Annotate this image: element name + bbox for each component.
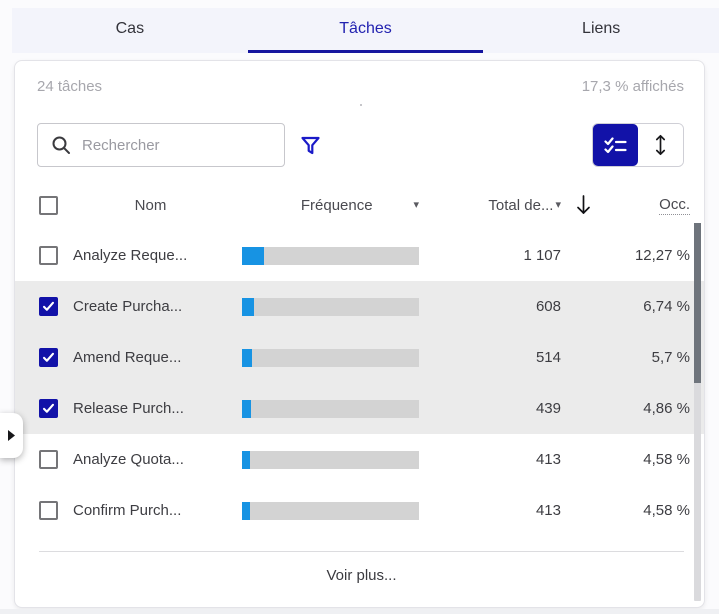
bottom-strip [0, 609, 719, 614]
view-toggle-group [592, 123, 684, 167]
search-input[interactable] [82, 137, 271, 154]
column-header-total[interactable]: Total de... ▾ [433, 197, 561, 214]
table-row[interactable]: Confirm Purch... 413 4,58 % [15, 485, 704, 536]
table-header: Nom Fréquence ▾ Total de... ▾ Occ. [15, 189, 704, 221]
row-checkbox[interactable] [39, 399, 58, 418]
tab-liens-label: Liens [582, 20, 620, 38]
frequency-bar [242, 400, 419, 418]
tab-cas[interactable]: Cas [12, 8, 248, 53]
frequency-bar-track [242, 400, 419, 418]
row-checkbox[interactable] [39, 246, 58, 265]
search-box[interactable] [37, 123, 285, 167]
total-value: 608 [433, 298, 561, 315]
table-row[interactable]: Release Purch... 439 4,86 % [15, 383, 704, 434]
row-checkbox[interactable] [39, 501, 58, 520]
frequency-bar [242, 247, 419, 265]
frequency-bar-track [242, 349, 419, 367]
frequency-bar-track [242, 298, 419, 316]
task-name: Amend Reque... [73, 349, 228, 366]
right-triangle-icon [7, 429, 16, 442]
frequency-bar [242, 502, 419, 520]
tasks-panel: 24 tâches 17,3 % affichés [14, 60, 705, 608]
task-name: Create Purcha... [73, 298, 228, 315]
occurrence-value: 5,7 % [575, 349, 690, 366]
occurrence-value: 4,86 % [575, 400, 690, 417]
total-dropdown-caret-icon[interactable]: ▾ [555, 200, 561, 211]
occurrence-value: 12,27 % [575, 247, 690, 264]
drawer-expand-handle[interactable] [0, 413, 23, 458]
frequency-bar [242, 349, 419, 367]
tab-bar: Cas Tâches Liens [12, 8, 719, 53]
frequency-bar-fill [242, 502, 250, 520]
tab-cas-label: Cas [116, 20, 144, 38]
frequency-bar-track [242, 451, 419, 469]
table-body: Analyze Reque... 1 107 12,27 % Create Pu… [15, 230, 704, 536]
frequency-bar-fill [242, 349, 252, 367]
occurrence-value: 4,58 % [575, 502, 690, 519]
summary-row: 24 tâches 17,3 % affichés [15, 61, 704, 95]
tab-taches[interactable]: Tâches [248, 8, 484, 53]
column-header-occ[interactable]: Occ. [659, 196, 690, 215]
checklist-icon [604, 137, 627, 154]
filter-button[interactable] [300, 135, 321, 156]
row-checkbox[interactable] [39, 450, 58, 469]
select-mode-button[interactable] [593, 124, 638, 166]
task-name: Release Purch... [73, 400, 228, 417]
total-value: 413 [433, 502, 561, 519]
frequency-bar-fill [242, 400, 251, 418]
search-icon [51, 135, 71, 155]
filter-funnel-icon [300, 135, 321, 156]
tab-taches-label: Tâches [339, 20, 391, 38]
frequency-dropdown-caret-icon[interactable]: ▾ [413, 200, 419, 211]
frequency-bar-fill [242, 451, 250, 469]
vertical-scrollbar[interactable] [694, 223, 701, 601]
sort-direction-down-icon[interactable] [575, 194, 592, 217]
total-value: 439 [433, 400, 561, 417]
column-header-frequency[interactable]: Fréquence ▾ [242, 197, 419, 214]
frequency-bar-track [242, 502, 419, 520]
frequency-bar [242, 298, 419, 316]
table-row[interactable]: Analyze Quota... 413 4,58 % [15, 434, 704, 485]
up-down-arrow-icon [654, 133, 667, 157]
see-more-link[interactable]: Voir plus... [326, 567, 396, 584]
occurrence-value: 4,58 % [575, 451, 690, 468]
total-value: 413 [433, 451, 561, 468]
select-all-checkbox[interactable] [39, 196, 58, 215]
sort-mode-button[interactable] [638, 124, 683, 166]
table-footer: Voir plus... [39, 551, 684, 585]
toolbar [37, 123, 684, 167]
table-row[interactable]: Create Purcha... 608 6,74 % [15, 281, 704, 332]
drag-handle-dot [360, 104, 362, 106]
task-name: Analyze Reque... [73, 247, 228, 264]
scrollbar-thumb[interactable] [694, 223, 701, 383]
task-name: Analyze Quota... [73, 451, 228, 468]
frequency-bar-fill [242, 247, 264, 265]
column-header-name[interactable]: Nom [73, 197, 228, 214]
row-checkbox[interactable] [39, 297, 58, 316]
total-value: 514 [433, 349, 561, 366]
column-header-occ-group: Occ. [575, 194, 690, 217]
task-count-label: 24 tâches [37, 78, 102, 95]
frequency-bar-track [242, 247, 419, 265]
frequency-bar [242, 451, 419, 469]
displayed-percent-label: 17,3 % affichés [582, 78, 684, 95]
tab-liens[interactable]: Liens [483, 8, 719, 53]
table-row[interactable]: Amend Reque... 514 5,7 % [15, 332, 704, 383]
task-name: Confirm Purch... [73, 502, 228, 519]
frequency-bar-fill [242, 298, 254, 316]
total-value: 1 107 [433, 247, 561, 264]
row-checkbox[interactable] [39, 348, 58, 367]
occurrence-value: 6,74 % [575, 298, 690, 315]
table-row[interactable]: Analyze Reque... 1 107 12,27 % [15, 230, 704, 281]
